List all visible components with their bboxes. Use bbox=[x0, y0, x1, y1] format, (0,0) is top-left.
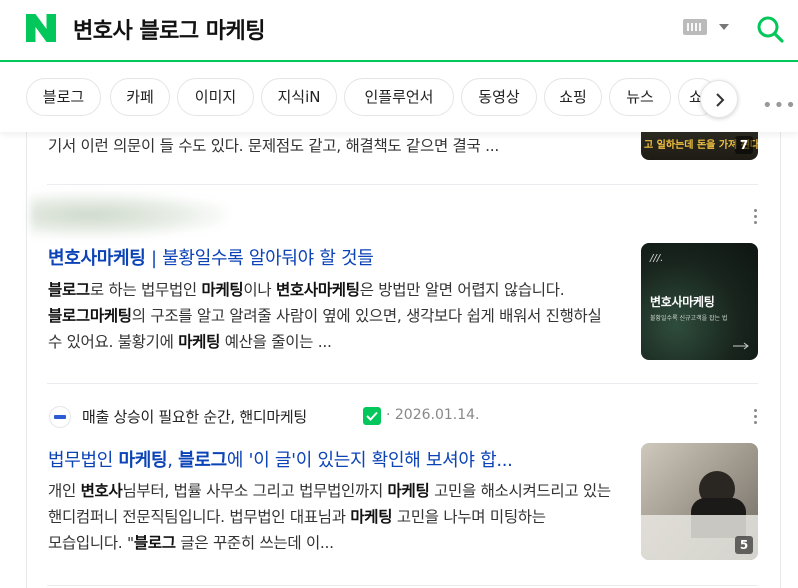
search-icon[interactable] bbox=[755, 14, 785, 44]
highlight-keyword: 변호사 bbox=[80, 482, 123, 500]
search-header: 변호사 블로그 마케팅 bbox=[0, 0, 798, 62]
tabs-next-button[interactable] bbox=[700, 80, 738, 118]
result-thumbnail[interactable]: ///. 변호사마케팅 불황일수록 신규고객을 잡는 법 bbox=[641, 243, 758, 360]
thumbnail-logo: ///. bbox=[650, 253, 664, 264]
highlight-keyword: 마케팅 bbox=[118, 450, 168, 471]
image-count-badge: 5 bbox=[735, 536, 753, 554]
keyboard-icon[interactable] bbox=[683, 19, 707, 35]
snippet-text: 글은 꾸준히 쓰는데 이... bbox=[175, 534, 334, 552]
search-tabs: 블로그 카페 이미지 지식iN 인플루언서 동영상 쇼핑 뉴스 쇼 bbox=[0, 64, 798, 132]
chevron-right-icon bbox=[716, 93, 725, 107]
snippet-text: 이나 bbox=[243, 281, 276, 299]
highlight-keyword: 블로그마케팅 bbox=[48, 307, 132, 325]
result-snippet[interactable]: 기서 이런 의문이 들 수도 있다. 문제점도 같고, 해결책도 같으면 결국 … bbox=[48, 133, 618, 159]
tab-kin[interactable]: 지식iN bbox=[261, 78, 337, 116]
result-snippet[interactable]: 개인 변호사님부터, 법률 사무소 그리고 법무법인까지 마케팅 고민을 해소시… bbox=[48, 478, 618, 556]
divider bbox=[47, 585, 758, 586]
source-avatar[interactable] bbox=[49, 406, 71, 428]
search-query[interactable]: 변호사 블로그 마케팅 bbox=[73, 13, 265, 45]
highlight-keyword: 마케팅 bbox=[178, 333, 221, 351]
tab-blog[interactable]: 블로그 bbox=[26, 78, 101, 116]
result-thumbnail[interactable]: 5 bbox=[641, 443, 758, 560]
tab-news[interactable]: 뉴스 bbox=[609, 78, 671, 116]
highlight-keyword: 변호사마케팅 bbox=[275, 281, 360, 299]
highlight-keyword: 블로그 bbox=[133, 534, 176, 552]
result-title[interactable]: 법무법인 마케팅, 블로그에 '이 글'이 있는지 확인해 보셔야 합... bbox=[48, 446, 618, 472]
snippet-text: 로 하는 법무법인 bbox=[89, 281, 202, 299]
snippet-text: 법무법인 bbox=[48, 450, 119, 471]
blurred-author bbox=[30, 192, 230, 238]
source-name[interactable]: 매출 상승이 필요한 순간, 핸디마케팅 bbox=[82, 406, 307, 427]
chevron-down-icon[interactable] bbox=[719, 24, 729, 30]
post-date: · 2026.01.14. bbox=[386, 407, 480, 423]
highlight-keyword: 마케팅 bbox=[350, 508, 393, 526]
naver-logo-icon[interactable] bbox=[26, 14, 56, 42]
result-title[interactable]: 변호사마케팅 | 불황일수록 알아둬야 할 것들 bbox=[48, 244, 618, 270]
tab-image[interactable]: 이미지 bbox=[177, 78, 254, 116]
highlight-keyword: 블로그 bbox=[178, 450, 227, 471]
snippet-text: 님부터, 법률 사무소 그리고 법무법인까지 bbox=[122, 482, 388, 500]
verified-badge-icon bbox=[363, 407, 381, 425]
result-snippet[interactable]: 블로그로 하는 법무법인 마케팅이나 변호사마케팅은 방법만 알면 어렵지 않습… bbox=[48, 277, 618, 355]
image-count-badge: 7 bbox=[735, 136, 753, 154]
tab-video[interactable]: 동영상 bbox=[461, 78, 537, 116]
snippet-text: 은 방법만 알면 어렵지 않습니다. bbox=[359, 281, 565, 299]
snippet-text: 에 '이 글'이 있는지 확인해 보셔야 합... bbox=[226, 450, 513, 471]
tab-cafe[interactable]: 카페 bbox=[110, 78, 170, 116]
more-options-icon[interactable] bbox=[753, 209, 757, 227]
divider bbox=[47, 383, 758, 384]
thumbnail-title: 변호사마케팅 bbox=[650, 295, 715, 309]
tab-influencer[interactable]: 인플루언서 bbox=[344, 78, 454, 116]
snippet-text: , bbox=[167, 450, 179, 471]
snippet-text: 개인 bbox=[48, 482, 81, 500]
tab-shopping[interactable]: 쇼핑 bbox=[544, 78, 602, 116]
divider bbox=[47, 184, 758, 185]
highlight-keyword: 마케팅 bbox=[201, 281, 244, 299]
more-tabs-icon[interactable]: ••• bbox=[762, 95, 797, 116]
highlight-keyword: 블로그 bbox=[48, 281, 90, 299]
thumbnail-subtitle: 불황일수록 신규고객을 잡는 법 bbox=[650, 315, 728, 322]
snippet-text: 예산을 줄이는 ... bbox=[220, 333, 332, 351]
arrow-right-icon bbox=[733, 342, 749, 350]
more-options-icon[interactable] bbox=[753, 409, 757, 427]
highlight-keyword: 마케팅 bbox=[387, 482, 430, 500]
